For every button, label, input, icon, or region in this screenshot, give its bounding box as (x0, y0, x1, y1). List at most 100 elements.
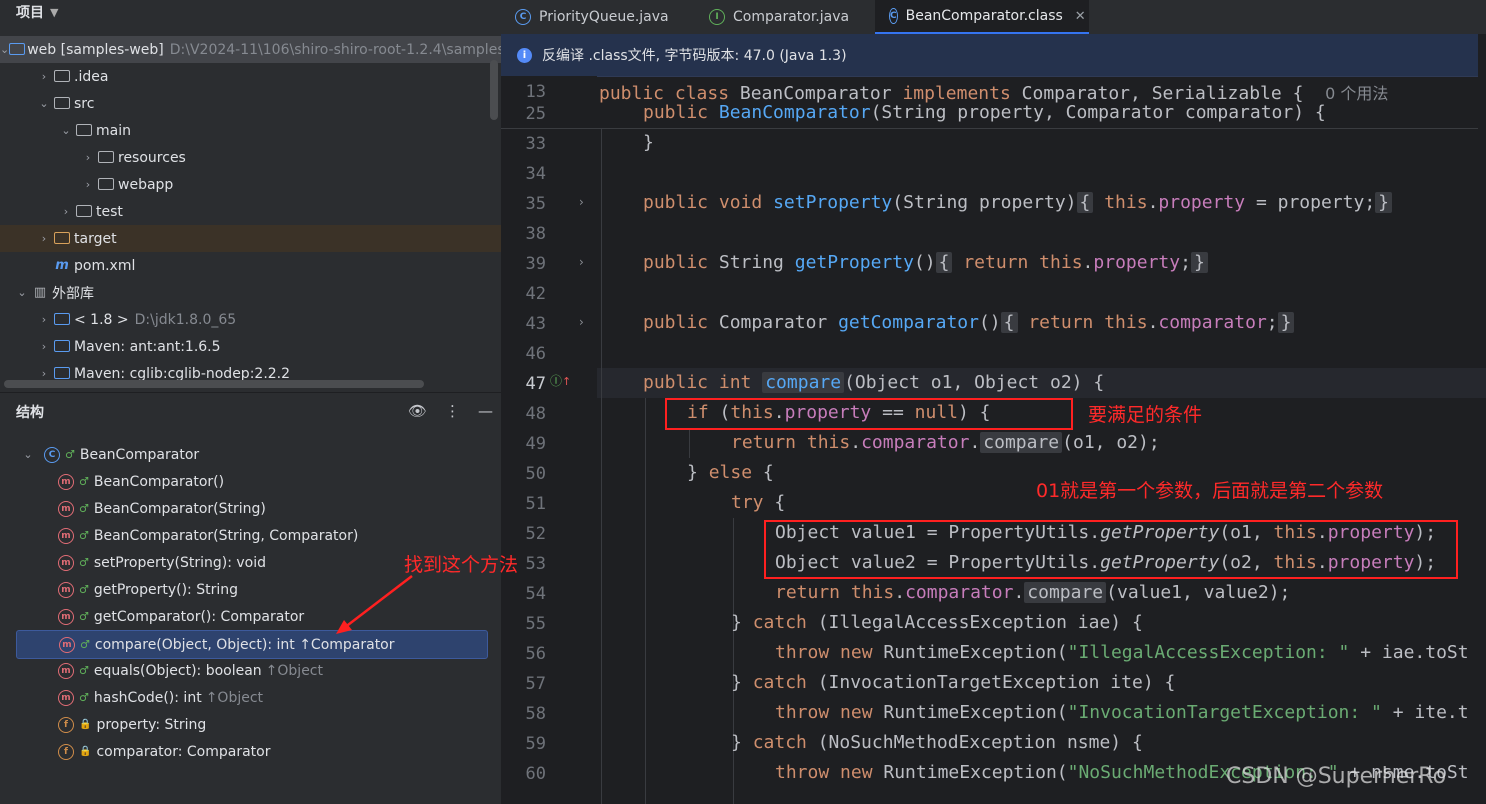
chevron-right-icon[interactable]: › (36, 367, 52, 380)
line-number: 57 (525, 674, 546, 694)
method-icon: m (58, 581, 74, 598)
code-line: public class BeanComparator implements C… (599, 83, 1389, 104)
folder-icon (52, 69, 72, 85)
tree-item[interactable]: m pom.xml (0, 252, 501, 279)
editor-gutter: 13 25 33 34 35 38 39 42 43 46 47 48 49 50 51 52 53 54 55 56… (501, 76, 597, 804)
chevron-right-icon[interactable]: › (80, 151, 96, 164)
chevron-down-icon[interactable]: ⌄ (14, 286, 30, 299)
chevron-down-icon[interactable]: ⌄ (58, 124, 74, 137)
eye-icon[interactable]: 👁 (408, 402, 427, 420)
tree-item-path: D:\V2024-11\106\shiro-shiro-root-1.2.4\s… (169, 41, 501, 58)
code-line: } (643, 132, 654, 153)
method-icon: m (58, 662, 74, 679)
vertical-scrollbar[interactable] (490, 60, 498, 120)
structure-item[interactable]: f 🔒 comparator: Comparator (0, 738, 501, 765)
chevron-right-icon[interactable]: › (36, 70, 52, 83)
tree-item[interactable]: › webapp (0, 171, 501, 198)
panel-divider[interactable] (0, 392, 501, 393)
tree-item[interactable]: › .idea (0, 63, 501, 90)
line-number: 42 (525, 284, 546, 304)
structure-toolbar: 👁 ⋮ — (408, 402, 493, 420)
tree-item[interactable]: › resources (0, 144, 501, 171)
structure-item-label: BeanComparator(String, Comparator) (93, 527, 359, 544)
tab-priorityqueue[interactable]: C PriorityQueue.java (501, 0, 695, 34)
watermark: CSDN @SuperherRo (1226, 764, 1447, 789)
line-number: 59 (525, 734, 546, 754)
project-panel-header[interactable]: 项目 ▼ (0, 0, 501, 24)
tree-item[interactable]: › test (0, 198, 501, 225)
line-number: 39 (525, 254, 546, 274)
left-panel: 项目 ▼ ⌄ web [samples-web] D:\V2024-11\106\s… (0, 0, 501, 804)
structure-item[interactable]: m ♂ getComparator(): Comparator (0, 603, 501, 630)
jdk-icon (52, 312, 72, 328)
line-number: 34 (525, 164, 546, 184)
annotation-find-method: 找到这个方法 (404, 554, 519, 576)
public-visibility-icon: ♂ (65, 448, 75, 461)
tab-beancomparator[interactable]: C BeanComparator.class ✕ (875, 0, 1089, 34)
editor-tabs: C PriorityQueue.java I Comparator.java C… (501, 0, 1486, 34)
structure-item[interactable]: m ♂ BeanComparator() (0, 468, 501, 495)
project-tree: ⌄ web [samples-web] D:\V2024-11\106\shiro-… (0, 36, 501, 386)
chevron-down-icon[interactable]: ⌄ (36, 97, 52, 110)
chevron-right-icon[interactable]: › (80, 178, 96, 191)
method-icon: m (59, 636, 75, 653)
structure-item[interactable]: m ♂ getProperty(): String (0, 576, 501, 603)
structure-root[interactable]: ⌄ C ♂ BeanComparator (0, 441, 501, 468)
public-visibility-icon: ♂ (79, 502, 89, 515)
indent-guide (645, 398, 646, 804)
banner-text: 反编译 .class文件, 字节码版本: 47.0 (Java 1.3) (542, 48, 847, 64)
structure-item[interactable]: m ♂ BeanComparator(String) (0, 495, 501, 522)
minimize-icon[interactable]: — (478, 402, 493, 420)
tree-item[interactable]: ⌄ main (0, 117, 501, 144)
structure-item[interactable]: m ♂ hashCode(): int ↑Object (0, 684, 501, 711)
code-line: try { (731, 492, 786, 513)
tree-item[interactable]: › Maven: ant:ant:1.6.5 (0, 333, 501, 360)
class-icon: C (515, 9, 531, 25)
method-icon: m (58, 608, 74, 625)
chevron-down-icon[interactable]: ⌄ (0, 43, 9, 56)
chevron-down-icon[interactable]: ⌄ (20, 448, 36, 461)
chevron-right-icon[interactable]: › (36, 313, 52, 326)
class-icon: C (889, 8, 898, 24)
horizontal-scrollbar[interactable] (4, 380, 424, 388)
chevron-right-icon[interactable]: › (58, 205, 74, 218)
tree-item[interactable]: › < 1.8 > D:\jdk1.8.0_65 (0, 306, 501, 333)
chevron-down-icon[interactable]: ▼ (50, 6, 58, 19)
chevron-right-icon[interactable]: › (36, 340, 52, 353)
code-line: return this.comparator. compare (value1, v… (775, 582, 1291, 603)
line-number: 55 (525, 614, 546, 634)
project-panel-title: 项目 (16, 5, 44, 21)
fold-chevron-icon[interactable]: › (579, 315, 584, 329)
chevron-right-icon[interactable]: › (36, 232, 52, 245)
public-visibility-icon: ♂ (80, 638, 90, 651)
tree-item-label: web [samples-web] (27, 41, 164, 58)
line-number: 51 (525, 494, 546, 514)
tree-item[interactable]: ⌄ src (0, 90, 501, 117)
line-number: 47 (525, 374, 546, 394)
structure-item[interactable]: f 🔒 property: String (0, 711, 501, 738)
fold-chevron-icon[interactable]: › (579, 195, 584, 209)
code-line: } catch (NoSuchMethodException nsme) { (731, 732, 1143, 753)
structure-item[interactable]: m ♂ equals(Object): boolean ↑Object (0, 657, 501, 684)
tab-comparator[interactable]: I Comparator.java (695, 0, 875, 34)
lock-icon: 🔒 (79, 719, 92, 730)
tree-item[interactable]: ⌄ ▥ 外部库 (0, 279, 501, 306)
line-number: 60 (525, 764, 546, 784)
more-options-icon[interactable]: ⋮ (445, 402, 460, 420)
line-number: 13 (525, 82, 546, 102)
close-icon[interactable]: ✕ (1075, 9, 1086, 24)
tree-item[interactable]: ⌄ web [samples-web] D:\V2024-11\106\shiro-… (0, 36, 501, 63)
structure-item-label: BeanComparator(String) (93, 500, 266, 517)
decompiled-banner: i 反编译 .class文件, 字节码版本: 47.0 (Java 1.3) (501, 34, 1478, 77)
structure-item[interactable]: m ♂ BeanComparator(String, Comparator) (0, 522, 501, 549)
code-editor[interactable]: public class BeanComparator implements C… (597, 76, 1486, 804)
fold-chevron-icon[interactable]: › (579, 255, 584, 269)
implements-gutter-icon[interactable]: Ⓘ↑ (550, 372, 571, 389)
tab-label: PriorityQueue.java (539, 9, 669, 25)
code-line: public BeanComparator(String property, C… (643, 102, 1326, 123)
tree-item-label: Maven: ant:ant:1.6.5 (74, 338, 221, 355)
tree-item[interactable]: › target (0, 225, 501, 252)
structure-item-label: hashCode(): int (93, 689, 202, 706)
public-visibility-icon: ♂ (79, 691, 89, 704)
line-number: 56 (525, 644, 546, 664)
